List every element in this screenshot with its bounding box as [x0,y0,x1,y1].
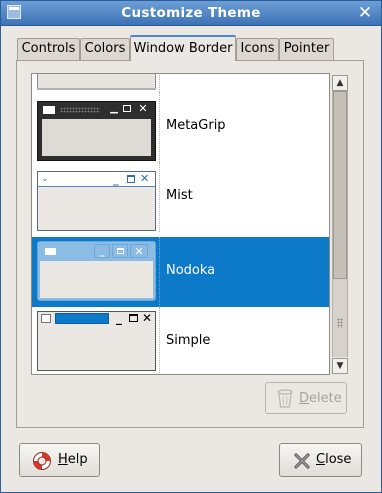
maximize-icon [123,105,131,112]
window-menu-icon [45,248,56,255]
tab-window-border[interactable]: Window Border [130,35,236,61]
tab-icons[interactable]: Icons [236,38,279,60]
theme-preview-cell: _ ✕ [32,237,160,307]
theme-preview-cell [32,74,160,92]
theme-name: Mist [166,188,193,203]
theme-list[interactable]: ▁ ✕ MetaGrip ⌄ _ ✕ Mist _ ✕ Nodoka _ ✕ S… [31,73,330,375]
close-icon: ✕ [130,244,148,258]
grip-icon [337,318,343,328]
minimize-icon: _ [113,173,119,186]
list-item[interactable]: ⌄ _ ✕ Mist [32,162,329,232]
minimize-icon: ▁ [110,103,118,114]
maximize-icon [127,175,135,183]
close-icon: ✕ [142,311,153,325]
help-button[interactable]: Help [19,443,100,477]
scroll-down-button[interactable]: ▼ [332,358,348,374]
list-item[interactable] [32,74,329,92]
theme-preview-cell: ▁ ✕ [32,92,160,162]
theme-name: MetaGrip [166,118,226,133]
nodoka-preview: _ ✕ [37,241,156,301]
trash-icon [277,389,293,408]
grip-icon [60,107,100,113]
close-window-icon[interactable]: ✕ [355,3,375,23]
scroll-up-button[interactable]: ▲ [332,75,348,91]
lifebuoy-icon [32,451,52,471]
maximize-icon [129,314,138,322]
help-button-label: Help [58,452,88,467]
window-title: Customize Theme [121,5,261,21]
title-bar-highlight [55,313,109,324]
chevron-down-icon: ⌄ [41,174,49,184]
close-icon [293,452,311,470]
list-item-selected[interactable]: _ ✕ Nodoka [32,237,329,307]
simple-preview: _ ✕ [37,311,156,371]
theme-preview-cell: ⌄ _ ✕ [32,162,160,232]
metagrip-preview: ▁ ✕ [37,101,156,161]
window-menu-icon [43,106,55,114]
delete-button[interactable]: Delete [265,382,347,414]
close-icon: ✕ [138,102,148,115]
minimize-icon: _ [116,311,122,325]
tab-pointer[interactable]: Pointer [279,38,334,60]
close-button-label: Close [316,452,352,467]
list-item[interactable]: ▁ ✕ MetaGrip [32,92,329,162]
tab-controls[interactable]: Controls [17,38,80,60]
delete-button-label: Delete [299,391,342,406]
theme-preview-cell: _ ✕ [32,307,160,374]
theme-name: Simple [166,333,211,348]
minimize-icon: _ [94,244,110,258]
close-icon: ✕ [140,172,150,185]
scrollbar-thumb[interactable] [333,91,347,328]
title-bar[interactable]: Customize Theme ✕ [1,1,381,26]
tab-colors[interactable]: Colors [80,38,130,60]
window-menu-icon [41,314,51,323]
close-button[interactable]: Close [279,443,362,477]
theme-name: Nodoka [166,263,216,278]
mist-preview: ⌄ _ ✕ [37,171,156,231]
list-item[interactable]: _ ✕ Simple [32,307,329,374]
maximize-icon [117,248,124,254]
